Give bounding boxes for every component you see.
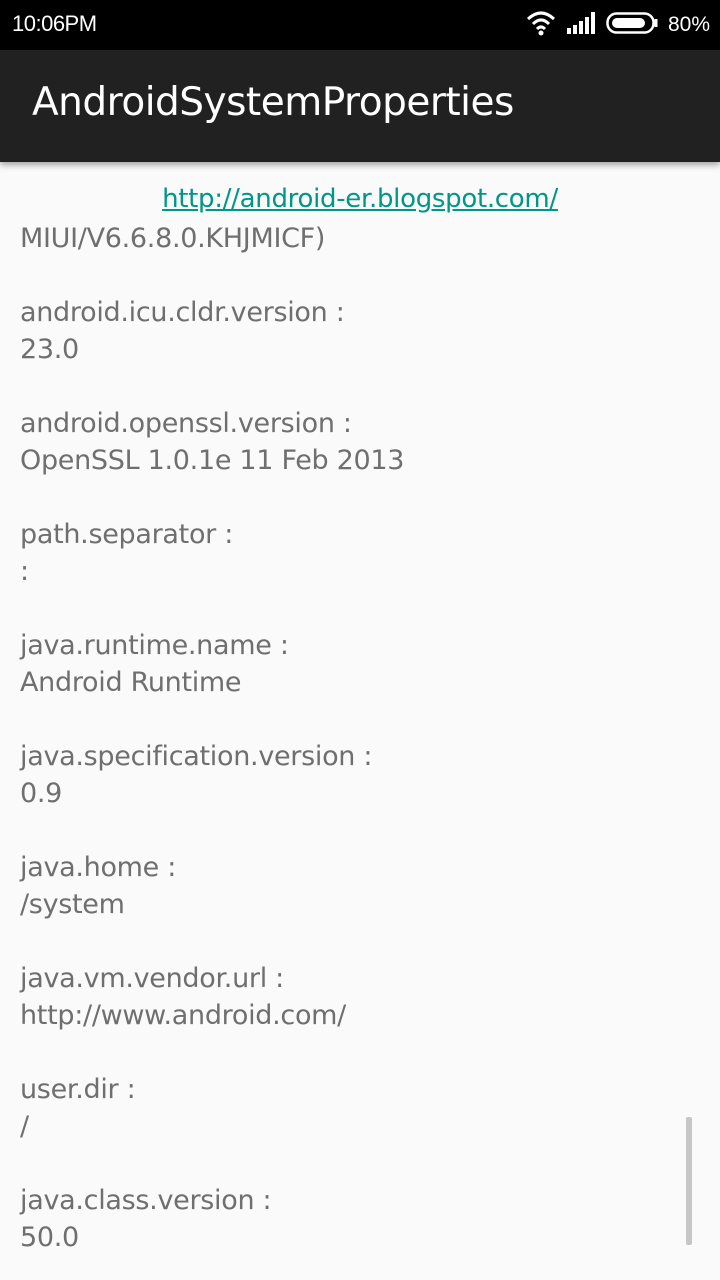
partial-property-value: MIUI/V6.6.8.0.KHJMICF)	[20, 223, 326, 254]
signal-icon	[566, 11, 596, 39]
property-value: /	[20, 1111, 29, 1142]
property-key: java.class.version :	[20, 1185, 272, 1216]
property-key: android.openssl.version :	[20, 408, 352, 439]
battery-icon	[606, 12, 658, 38]
status-bar: 10:06PM 80%	[0, 0, 720, 50]
battery-percent: 80%	[667, 13, 710, 36]
scrollbar[interactable]	[686, 1117, 692, 1245]
properties-list: MIUI/V6.6.8.0.KHJMICF) android.icu.cldr.…	[20, 220, 680, 1256]
property-key: java.vm.vendor.url :	[20, 963, 284, 994]
property-value: OpenSSL 1.0.1e 11 Feb 2013	[20, 445, 405, 476]
property-value: http://www.android.com/	[20, 1000, 346, 1031]
property-key: android.icu.cldr.version :	[20, 297, 345, 328]
property-value: 0.9	[20, 778, 63, 809]
property-value: 23.0	[20, 334, 79, 365]
properties-scroll-view[interactable]: http://android-er.blogspot.com/ MIUI/V6.…	[0, 162, 720, 1280]
property-key: user.dir :	[20, 1074, 136, 1105]
property-value: Android Runtime	[20, 667, 242, 698]
property-key: java.home :	[20, 852, 177, 883]
property-value: /system	[20, 889, 125, 920]
app-bar: AndroidSystemProperties	[0, 50, 720, 162]
blog-link[interactable]: http://android-er.blogspot.com/	[0, 184, 720, 214]
property-value: :	[20, 556, 29, 587]
status-time: 10:06PM	[12, 11, 97, 36]
app-title: AndroidSystemProperties	[32, 80, 514, 125]
property-key: path.separator :	[20, 519, 234, 550]
property-value: 50.0	[20, 1222, 79, 1253]
property-key: java.runtime.name :	[20, 630, 289, 661]
wifi-icon	[526, 10, 556, 40]
property-key: java.specification.version :	[20, 741, 373, 772]
status-icons: 80%	[526, 10, 710, 40]
